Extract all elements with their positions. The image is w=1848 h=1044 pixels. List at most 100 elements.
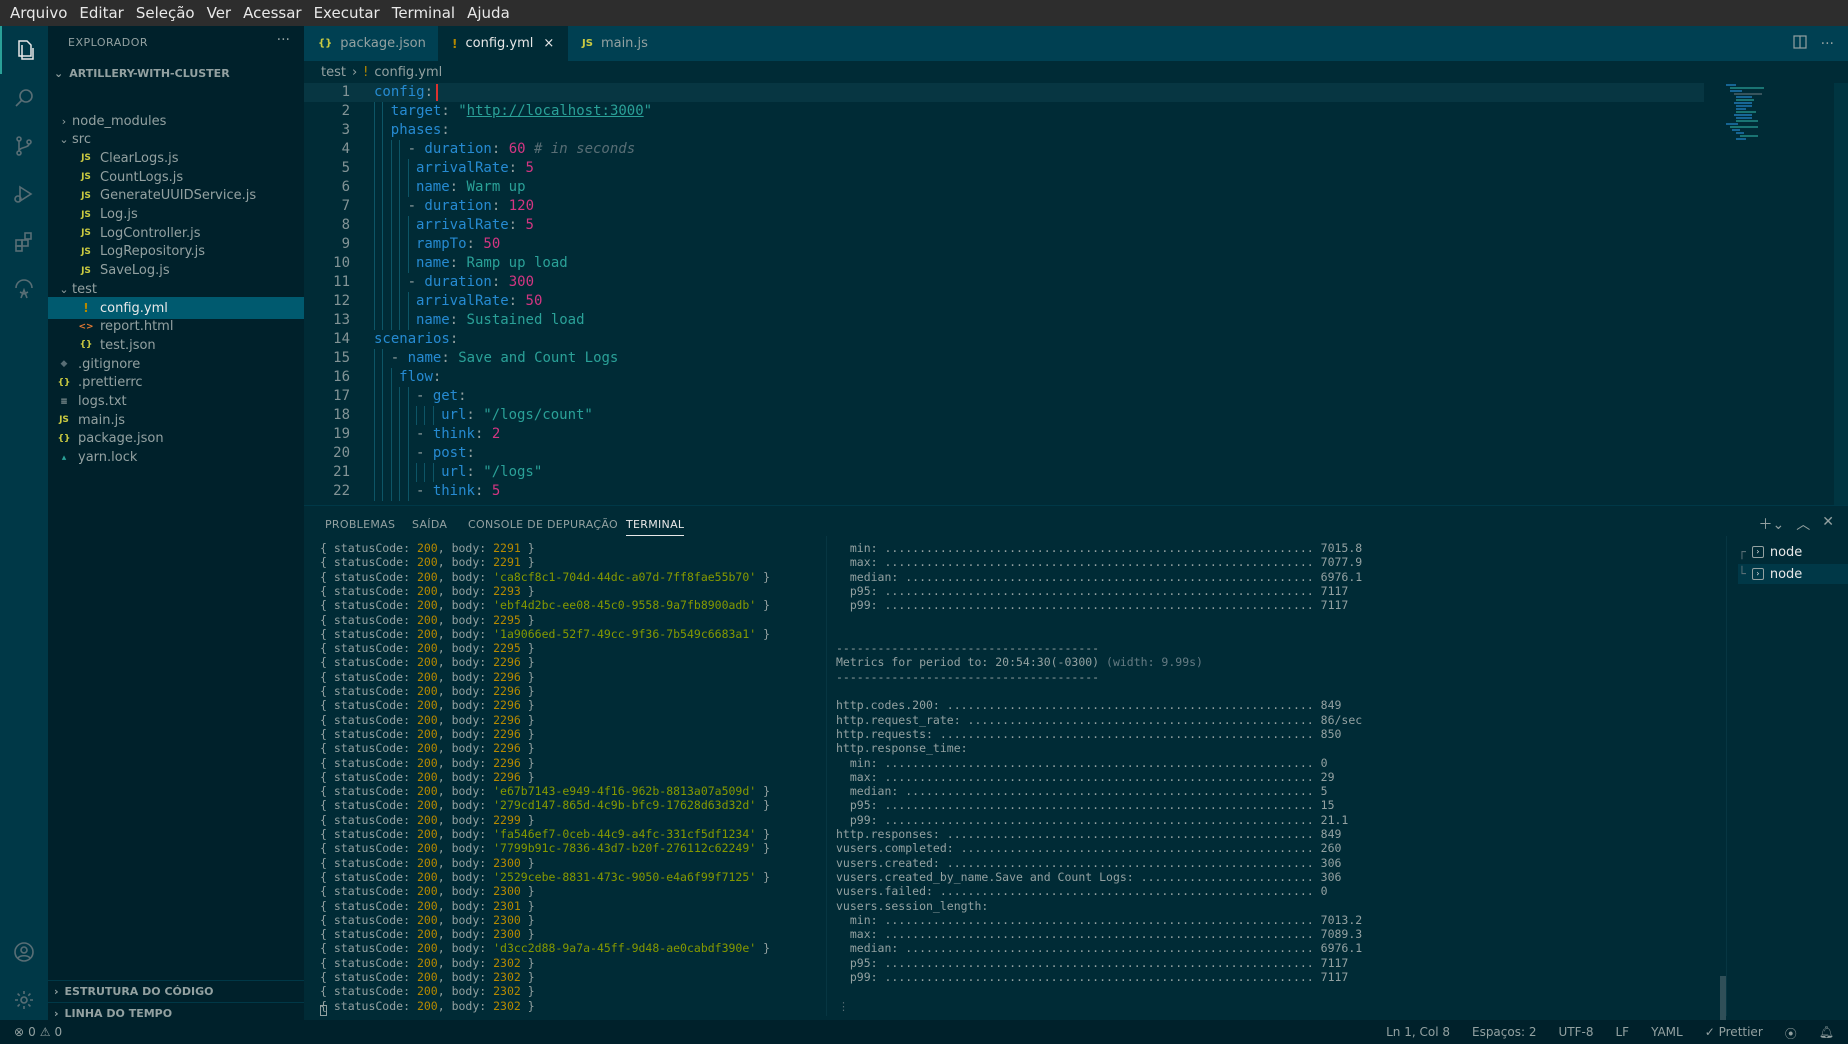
tab-problems[interactable]: PROBLEMAS bbox=[325, 518, 395, 531]
project-folder-header[interactable]: ⌄ ARTILLERY-WITH-CLUSTER bbox=[48, 62, 304, 84]
tab-terminal[interactable]: TERMINAL bbox=[626, 518, 685, 536]
cursor-position[interactable]: Ln 1, Col 8 bbox=[1386, 1025, 1450, 1042]
maximize-panel-icon[interactable]: ︿ bbox=[1796, 514, 1810, 534]
notifications-bell-icon[interactable]: 🔔︎ bbox=[1819, 1025, 1834, 1042]
tab-config-yml[interactable]: ! config.yml × bbox=[438, 26, 568, 61]
metric-label: http.requests: bbox=[836, 726, 933, 741]
terminal-line: { statusCode: 200, body: 2302 } bbox=[320, 955, 535, 970]
testing-icon[interactable] bbox=[0, 266, 48, 314]
more-actions-icon[interactable]: ··· bbox=[1821, 36, 1834, 52]
more-actions-icon[interactable]: ··· bbox=[277, 32, 290, 48]
indent-guide bbox=[374, 425, 382, 444]
metric-label: p95: bbox=[836, 583, 878, 598]
menu-item[interactable]: Seleção bbox=[130, 0, 201, 26]
breadcrumb-folder[interactable]: test bbox=[321, 65, 346, 80]
status-code-value: 200 bbox=[416, 827, 438, 841]
menu-item[interactable]: Terminal bbox=[386, 0, 461, 26]
problems-status[interactable]: ⊗ 0 ⚠ 0 bbox=[14, 1025, 62, 1039]
terminal-scrollbar[interactable] bbox=[1720, 976, 1726, 1021]
menu-item[interactable]: Acessar bbox=[237, 0, 307, 26]
code-token: : bbox=[449, 179, 467, 195]
settings-gear-icon[interactable] bbox=[0, 976, 48, 1024]
file-tree-label: main.js bbox=[78, 412, 125, 428]
file-tree-item[interactable]: ▴ yarn.lock bbox=[48, 447, 304, 469]
terminal-line: { statusCode: 200, body: '1a9066ed-52f7-… bbox=[320, 626, 771, 641]
status-code-value: 200 bbox=[416, 598, 438, 613]
code-token: : bbox=[474, 483, 492, 499]
explorer-icon[interactable] bbox=[0, 26, 48, 74]
indent-guide bbox=[374, 178, 382, 197]
code-line: 8 arrivalRate: 5 bbox=[304, 216, 1704, 235]
menu-item[interactable]: Executar bbox=[308, 0, 386, 26]
indentation[interactable]: Espaços: 2 bbox=[1472, 1025, 1537, 1042]
code-text: - think: 2 bbox=[374, 425, 500, 444]
terminal-icon: › bbox=[1751, 546, 1764, 558]
code-token: : bbox=[508, 217, 526, 233]
close-icon[interactable]: × bbox=[543, 36, 554, 51]
metric-value: 86/sec bbox=[1320, 712, 1363, 727]
menu-item[interactable]: Ajuda bbox=[461, 0, 516, 26]
metric-label: http.request_rate: bbox=[836, 712, 961, 727]
code-editor[interactable]: 1 config: 2 target: "http://localhost:3000"… bbox=[304, 83, 1848, 505]
language-mode[interactable]: YAML bbox=[1651, 1025, 1683, 1042]
terminal-line: { statusCode: 200, body: 2293 } bbox=[320, 583, 535, 598]
indent-guide bbox=[390, 254, 399, 273]
broadcast-icon[interactable]: ⦿ bbox=[1785, 1025, 1797, 1042]
code-token: http://localhost:3000 bbox=[466, 103, 644, 119]
search-icon[interactable] bbox=[0, 74, 48, 122]
metric-label: p99: bbox=[836, 812, 878, 827]
status-code-value: 200 bbox=[416, 684, 438, 698]
minimap[interactable] bbox=[1724, 83, 1834, 143]
indent-guide bbox=[382, 178, 390, 197]
encoding[interactable]: UTF-8 bbox=[1558, 1025, 1593, 1042]
code-token: : bbox=[449, 312, 467, 328]
file-type-icon: ◆ bbox=[60, 359, 68, 370]
source-control-icon[interactable] bbox=[0, 122, 48, 170]
terminal-more-icon[interactable]: ⋮ bbox=[838, 1000, 849, 1013]
tab-debug-console[interactable]: CONSOLE DE DEPURAÇÃO bbox=[468, 518, 618, 531]
menu-item[interactable]: Ver bbox=[201, 0, 238, 26]
prettier-status[interactable]: ✓ Prettier bbox=[1705, 1025, 1763, 1042]
outline-section[interactable]: › ESTRUTURA DO CÓDIGO bbox=[48, 980, 304, 1002]
run-debug-icon[interactable] bbox=[0, 170, 48, 218]
terminal-list-divider bbox=[1726, 536, 1727, 1016]
metric-value: 306 bbox=[1320, 855, 1342, 870]
close-panel-icon[interactable]: ✕ bbox=[1822, 514, 1834, 534]
tab-package-json[interactable]: {} package.json bbox=[304, 26, 438, 61]
end-of-line[interactable]: LF bbox=[1615, 1025, 1629, 1042]
code-token: get bbox=[432, 388, 459, 404]
new-terminal-icon[interactable]: ＋⌄ bbox=[1759, 514, 1785, 534]
code-token: Sustained load bbox=[466, 312, 585, 328]
indent-guide bbox=[399, 235, 407, 254]
account-icon[interactable] bbox=[0, 928, 48, 976]
metric-label: median: bbox=[836, 784, 899, 799]
code-text: - duration: 60 # in seconds bbox=[374, 140, 635, 159]
indent-guide bbox=[399, 482, 407, 501]
metric-label: vusers.failed: bbox=[836, 884, 933, 899]
code-token: - bbox=[415, 445, 433, 461]
terminal-text: Metrics for period to: 20:54:30(-0300) bbox=[836, 655, 1100, 670]
menu-item[interactable]: Editar bbox=[73, 0, 129, 26]
line-number: 22 bbox=[333, 483, 350, 499]
metric-value: 6976.1 bbox=[1320, 569, 1363, 584]
indent-guide bbox=[407, 178, 416, 197]
tab-output[interactable]: SAÍDA bbox=[412, 518, 447, 531]
terminal-list-item[interactable]: └ › node bbox=[1738, 564, 1848, 584]
body-value: 2296 bbox=[493, 741, 521, 756]
terminal-line: { statusCode: 200, body: 2296 } bbox=[320, 741, 535, 756]
code-token: # in seconds bbox=[525, 141, 636, 157]
terminal-split-divider[interactable] bbox=[826, 536, 827, 1016]
editor-scrollbar[interactable] bbox=[1834, 83, 1848, 505]
extensions-icon[interactable] bbox=[0, 218, 48, 266]
status-code-value: 200 bbox=[416, 912, 438, 927]
split-editor-icon[interactable] bbox=[1793, 34, 1807, 53]
menu-item[interactable]: Arquivo bbox=[4, 0, 73, 26]
line-number: 10 bbox=[333, 255, 350, 271]
code-token: - bbox=[415, 426, 433, 442]
terminal-list-item[interactable]: ┌ › node bbox=[1738, 542, 1848, 562]
tab-main-js[interactable]: JS main.js bbox=[568, 26, 668, 61]
breadcrumb-file[interactable]: config.yml bbox=[374, 65, 442, 80]
terminal-line: max: ...................................… bbox=[836, 555, 1363, 570]
terminal-line: p95: ...................................… bbox=[836, 955, 1349, 970]
code-text: name: Sustained load bbox=[374, 311, 585, 330]
